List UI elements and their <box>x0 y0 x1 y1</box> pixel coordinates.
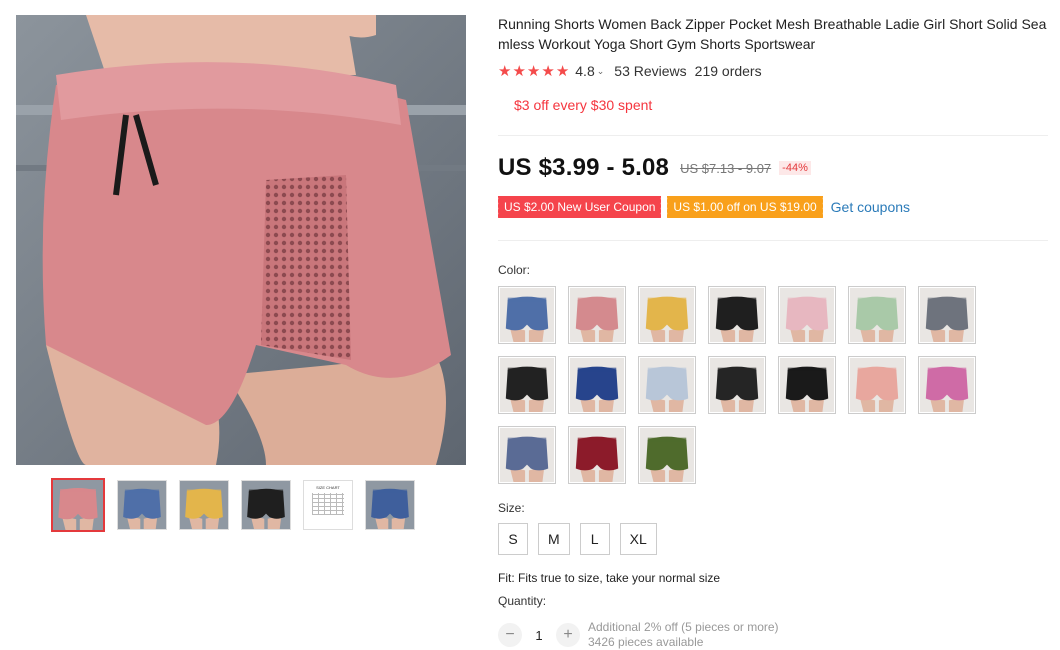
thumbnail-black[interactable] <box>241 480 291 530</box>
increment-button[interactable]: + <box>556 623 580 647</box>
color-swatches <box>498 286 998 484</box>
available-count: 3426 pieces available <box>588 635 704 649</box>
swatch-image <box>850 288 904 342</box>
star-icon: ★ <box>526 62 541 80</box>
star-icon: ★ <box>498 62 512 80</box>
new-user-coupon[interactable]: US $2.00 New User Coupon <box>495 196 662 218</box>
get-coupons-link[interactable]: Get coupons <box>831 199 910 215</box>
reviews-link[interactable]: 53 Reviews <box>614 63 686 79</box>
thumbnail-image <box>53 480 103 530</box>
swatch-image <box>570 428 624 482</box>
color-swatch-pink[interactable] <box>568 286 626 344</box>
divider <box>498 240 1048 241</box>
store-promo[interactable]: $3 off every $30 spent <box>514 97 1048 113</box>
color-swatch-black[interactable] <box>708 286 766 344</box>
size-chart-caption: SIZE CHART <box>316 485 340 490</box>
size-label: Size: <box>498 501 525 515</box>
swatch-image <box>780 358 834 412</box>
swatch-image <box>640 428 694 482</box>
thumbnail-image <box>118 481 166 529</box>
swatch-image <box>920 358 974 412</box>
discount-badge: -44% <box>779 161 811 175</box>
chevron-down-icon[interactable]: ⌄ <box>597 66 605 77</box>
swatch-image <box>500 288 554 342</box>
color-swatch-yellow[interactable] <box>638 286 696 344</box>
color-swatch-black-3[interactable] <box>708 356 766 414</box>
color-swatch-black-2[interactable] <box>498 356 556 414</box>
size-option-l[interactable]: L <box>579 523 610 555</box>
swatch-image <box>500 428 554 482</box>
fit-note: Fit: Fits true to size, take your normal… <box>498 571 721 585</box>
star-icon: ★ <box>555 62 570 80</box>
color-swatch-light-pink[interactable] <box>778 286 836 344</box>
color-swatch-burgundy[interactable] <box>568 426 626 484</box>
main-image-art <box>16 15 466 465</box>
swatch-image <box>640 288 694 342</box>
star-icon: ★ <box>512 62 526 80</box>
product-info: Running Shorts Women Back Zipper Pocket … <box>495 14 1048 649</box>
quantity-stepper: − + Additional 2% off (5 pieces or more)… <box>498 620 779 650</box>
rating-row: ★ ★ ★ ★ ★ 4.8 ⌄ 53 Reviews 219 orders <box>498 63 1048 79</box>
original-price: US $7.13 - 9.07 <box>680 160 772 176</box>
size-option-s[interactable]: S <box>498 523 528 555</box>
quantity-note: Additional 2% off (5 pieces or more) 342… <box>588 620 779 650</box>
color-swatch-light-blue[interactable] <box>638 356 696 414</box>
thumbnail-pink[interactable] <box>51 478 105 532</box>
star-icon: ★ <box>541 62 555 80</box>
color-swatch-peach[interactable] <box>848 356 906 414</box>
size-option-xl[interactable]: XL <box>619 523 657 555</box>
thumbnail-image <box>366 481 414 529</box>
thumbnail-yellow[interactable] <box>179 480 229 530</box>
thumbnail-blue[interactable] <box>117 480 167 530</box>
thumbnail-strip: SIZE CHART <box>51 478 415 532</box>
quantity-label: Quantity: <box>498 594 547 608</box>
orders-count: 219 orders <box>694 63 762 79</box>
swatch-image <box>780 288 834 342</box>
color-label: Color: <box>498 263 531 277</box>
thumbnail-size-chart[interactable]: SIZE CHART <box>303 480 353 530</box>
color-swatch-blue[interactable] <box>498 286 556 344</box>
swatch-image <box>500 358 554 412</box>
rating-value[interactable]: 4.8 <box>575 63 594 79</box>
rating-stars: ★ ★ ★ ★ ★ <box>498 64 569 79</box>
swatch-image <box>920 288 974 342</box>
swatch-image <box>850 358 904 412</box>
size-chart-table <box>312 493 344 515</box>
color-swatch-mint[interactable] <box>848 286 906 344</box>
thumbnail-image <box>242 481 290 529</box>
quantity-input[interactable] <box>522 626 556 644</box>
price-row: US $3.99 - 5.08 US $7.13 - 9.07 -44% <box>498 154 811 182</box>
swatch-image <box>710 288 764 342</box>
swatch-image <box>570 358 624 412</box>
size-option-m[interactable]: M <box>538 523 570 555</box>
store-coupon[interactable]: US $1.00 off on US $19.00 <box>665 196 823 218</box>
thumbnail-blue-2[interactable] <box>365 480 415 530</box>
current-price: US $3.99 - 5.08 <box>498 154 670 181</box>
main-product-image[interactable] <box>16 15 466 465</box>
decrement-button[interactable]: − <box>498 623 522 647</box>
thumbnail-image <box>180 481 228 529</box>
color-swatch-gray[interactable] <box>918 286 976 344</box>
divider <box>498 135 1048 136</box>
color-swatch-black-4[interactable] <box>778 356 836 414</box>
swatch-image <box>570 288 624 342</box>
bulk-discount-note: Additional 2% off (5 pieces or more) <box>588 620 779 634</box>
product-title: Running Shorts Women Back Zipper Pocket … <box>498 16 1047 52</box>
color-swatch-navy[interactable] <box>568 356 626 414</box>
swatch-image <box>640 358 694 412</box>
size-options: S M L XL <box>498 523 657 555</box>
swatch-image <box>710 358 764 412</box>
color-swatch-rose[interactable] <box>918 356 976 414</box>
color-swatch-slate-blue[interactable] <box>498 426 556 484</box>
color-swatch-olive[interactable] <box>638 426 696 484</box>
coupon-row: US $2.00 New User Coupon US $1.00 off on… <box>495 196 910 218</box>
